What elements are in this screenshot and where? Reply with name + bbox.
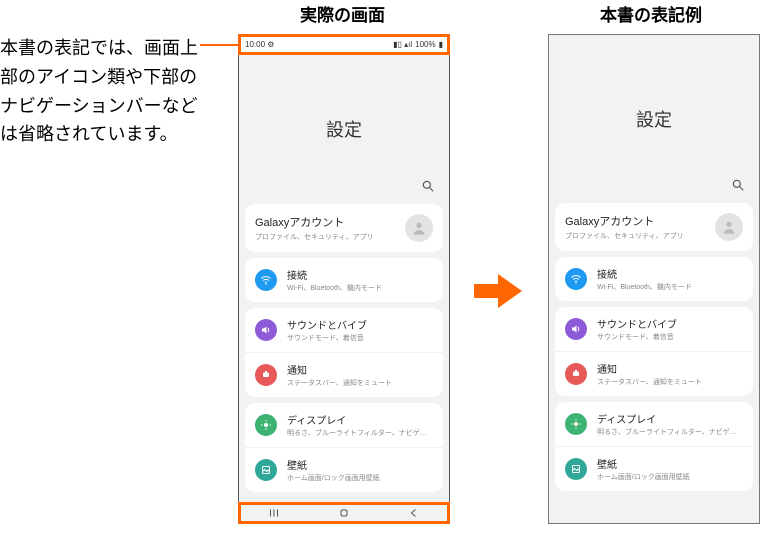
recent-icon	[268, 507, 280, 519]
bell-icon	[260, 369, 272, 381]
item-notifications-r[interactable]: 通知ステータスバー、通知をミュート	[555, 352, 753, 396]
search-button[interactable]	[421, 179, 435, 198]
item-notifications[interactable]: 通知ステータスバー、通知をミュート	[245, 353, 443, 397]
item-wallpaper[interactable]: 壁紙ホーム画面/ロック画面用壁紙	[245, 448, 443, 492]
title-zone: 設定	[239, 54, 449, 204]
avatar-r	[715, 213, 743, 241]
callout-line	[200, 44, 240, 46]
search-icon	[731, 178, 745, 192]
item-connections-r[interactable]: 接続Wi-Fi、Bluetooth、機内モード	[555, 257, 753, 301]
account-sub: プロファイル、セキュリティ、アプリ	[255, 232, 405, 242]
nav-recent[interactable]	[264, 507, 284, 519]
signal-icon: ▮▯ ▴ıl	[393, 40, 412, 49]
account-title: Galaxyアカウント	[255, 214, 405, 230]
group-1: 接続Wi-Fi、Bluetooth、機内モード	[245, 258, 443, 302]
settings-list: Galaxyアカウント プロファイル、セキュリティ、アプリ 接続Wi-Fi、Bl…	[239, 204, 449, 492]
nav-back[interactable]	[404, 507, 424, 519]
item-display-r[interactable]: ディスプレイ明るさ、ブルーライトフィルター、ナビゲーションバー	[555, 402, 753, 447]
wallpaper-icon	[260, 464, 272, 476]
avatar	[405, 214, 433, 242]
sound-icon	[260, 324, 272, 336]
header-book: 本書の表記例	[600, 1, 702, 26]
gear-icon-small: ⚙	[267, 40, 274, 49]
statusbar: 10:00 ⚙ ▮▯ ▴ıl 100% ▮	[239, 35, 449, 54]
search-icon	[421, 179, 435, 193]
back-icon	[408, 507, 420, 519]
battery-icon: ▮	[439, 40, 443, 49]
group-2-r: サウンドとバイブサウンドモード、着信音 通知ステータスバー、通知をミュート	[555, 307, 753, 396]
page-title-r: 設定	[636, 106, 672, 132]
item-wallpaper-r[interactable]: 壁紙ホーム画面/ロック画面用壁紙	[555, 447, 753, 491]
item-sound-r[interactable]: サウンドとバイブサウンドモード、着信音	[555, 307, 753, 352]
wallpaper-icon	[570, 463, 582, 475]
page-title: 設定	[326, 116, 362, 142]
display-icon	[570, 418, 582, 430]
group-2: サウンドとバイブサウンドモード、着信音 通知ステータスバー、通知をミュート	[245, 308, 443, 397]
settings-list-r: Galaxyアカウント プロファイル、セキュリティ、アプリ 接続Wi-Fi、Bl…	[549, 203, 759, 491]
item-display[interactable]: ディスプレイ明るさ、ブルーライトフィルター、ナビゲーションバー	[245, 403, 443, 448]
person-icon	[721, 219, 737, 235]
person-icon	[411, 220, 427, 236]
phone-book: 設定 Galaxyアカウント プロファイル、セキュリティ、アプリ 接続Wi-Fi…	[548, 34, 760, 524]
battery-text: 100%	[415, 40, 435, 49]
wifi-icon	[260, 274, 272, 286]
item-connections[interactable]: 接続Wi-Fi、Bluetooth、機内モード	[245, 258, 443, 302]
group-1-r: 接続Wi-Fi、Bluetooth、機内モード	[555, 257, 753, 301]
sound-icon	[570, 323, 582, 335]
header-actual: 実際の画面	[300, 1, 385, 26]
search-button-r[interactable]	[731, 178, 745, 197]
arrow-icon	[472, 272, 524, 310]
group-3-r: ディスプレイ明るさ、ブルーライトフィルター、ナビゲーションバー 壁紙ホーム画面/…	[555, 402, 753, 491]
group-3: ディスプレイ明るさ、ブルーライトフィルター、ナビゲーションバー 壁紙ホーム画面/…	[245, 403, 443, 492]
nav-home[interactable]	[334, 507, 354, 519]
display-icon	[260, 419, 272, 431]
caption-text: 本書の表記では、画面上部のアイコン類や下部のナビゲーションバーなどは省略されてい…	[0, 34, 200, 149]
item-sound[interactable]: サウンドとバイブサウンドモード、着信音	[245, 308, 443, 353]
account-card-r[interactable]: Galaxyアカウント プロファイル、セキュリティ、アプリ	[555, 203, 753, 251]
account-card[interactable]: Galaxyアカウント プロファイル、セキュリティ、アプリ	[245, 204, 443, 252]
status-time: 10:00 ⚙	[245, 40, 274, 49]
phone-actual: 10:00 ⚙ ▮▯ ▴ıl 100% ▮ 設定 Galaxyアカウント プロフ…	[238, 34, 450, 524]
home-icon	[338, 507, 350, 519]
title-zone-r: 設定	[549, 35, 759, 203]
navbar	[239, 503, 449, 523]
wifi-icon	[570, 273, 582, 285]
bell-icon	[570, 368, 582, 380]
